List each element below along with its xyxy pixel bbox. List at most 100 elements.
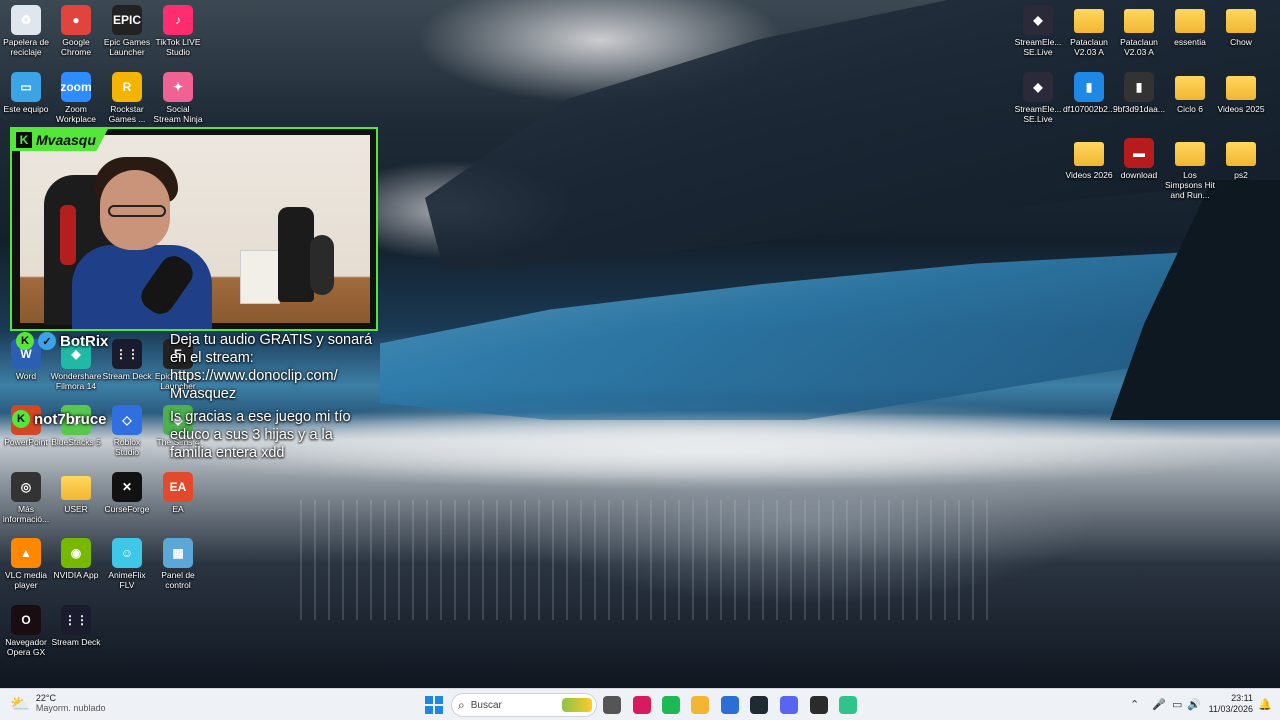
chair-stripe — [60, 205, 76, 265]
desktop-icon-label: 9bf3d91daa... — [1113, 104, 1165, 114]
info-icon: ◎ — [11, 472, 41, 502]
desktop-icon-label: Los Simpsons Hit and Run... — [1164, 170, 1216, 200]
webcam-room — [20, 135, 370, 329]
desktop-icon[interactable]: ▮ df107002b2... — [1063, 72, 1115, 114]
recycle-bin-icon: ♻ — [11, 5, 41, 35]
streamelements-icon: ◆ — [1023, 5, 1053, 35]
folder-icon — [1226, 9, 1256, 33]
desktop-icon[interactable]: Videos 2025 — [1215, 72, 1267, 114]
desktop-icon[interactable]: ps2 — [1215, 138, 1267, 180]
desktop-icon[interactable]: ♪ TikTok LIVE Studio — [152, 5, 204, 57]
tiktok-live-icon: ♪ — [163, 5, 193, 35]
desktop-icon[interactable]: ◆ StreamEle... SE.Live — [1012, 5, 1064, 57]
webcam-username: Mvaasqu — [36, 132, 96, 148]
desktop-icon[interactable]: ◆ StreamEle... SE.Live — [1012, 72, 1064, 124]
file-explorer-taskview-icon[interactable] — [603, 696, 621, 714]
image-file-icon: ▬ — [1124, 138, 1154, 168]
desktop-icon[interactable]: Chow — [1215, 5, 1267, 47]
desktop-icon[interactable]: ▮ 9bf3d91daa... — [1113, 72, 1165, 114]
desktop-icon[interactable]: ✦ Social Stream Ninja — [152, 72, 204, 124]
desktop-icon[interactable]: ◉ NVIDIA App — [50, 538, 102, 580]
folder-icon — [1124, 9, 1154, 33]
desktop-icon[interactable]: ◇ Roblox Studio — [101, 405, 153, 457]
desktop-icon[interactable]: ⋮⋮ Stream Deck — [101, 339, 153, 381]
network-icon[interactable]: ▭ — [1172, 698, 1182, 711]
desktop-wallpaper: ♻ Papelera de reciclaje ● Google Chrome EPIC… — [0, 0, 1280, 688]
desktop-icon-label: Rockstar Games ... — [108, 104, 146, 124]
desktop-icon[interactable]: ♻ Papelera de reciclaje — [0, 5, 52, 57]
folder-icon — [61, 476, 91, 500]
windows-logo-icon — [435, 706, 443, 714]
weather-temperature: 22°C — [35, 693, 57, 703]
desktop-icon[interactable]: Pataclaun V2.03 A — [1063, 5, 1115, 57]
desktop-icon[interactable]: ▦ Panel de control — [152, 538, 204, 590]
desktop-icon[interactable]: O Navegador Opera GX — [0, 605, 52, 657]
desktop-icon-label: NVIDIA App — [53, 570, 99, 580]
desktop-icon[interactable]: EPIC Epic Games Launcher — [101, 5, 153, 57]
microphone-icon[interactable]: 🎤 — [1152, 698, 1166, 711]
volume-icon[interactable]: 🔊 — [1187, 698, 1201, 711]
desktop-icon[interactable]: ⋮⋮ Stream Deck — [50, 605, 102, 647]
spotify-icon[interactable] — [662, 696, 680, 714]
rockstar-icon: R — [112, 72, 142, 102]
desktop-icon[interactable]: EA EA — [152, 472, 204, 514]
obs-icon[interactable] — [810, 696, 828, 714]
control-panel-icon: ▦ — [163, 538, 193, 568]
desktop-icon[interactable]: ◎ Más informació... — [0, 472, 52, 524]
opera-icon[interactable] — [633, 696, 651, 714]
chat-message: Is gracias a ese juego mi tío educo a su… — [170, 409, 351, 461]
desktop-icon[interactable]: USER — [50, 472, 102, 514]
epic-games-icon: EPIC — [112, 5, 142, 35]
chat-username: not7bruce — [34, 410, 107, 428]
webcam-name-tag: K Mvaasqu — [12, 129, 108, 151]
desktop-icon-label: download — [1120, 170, 1158, 180]
desktop-icon[interactable]: ▲ VLC media player — [0, 538, 52, 590]
desktop-icon[interactable]: Pataclaun V2.03 A — [1113, 5, 1165, 57]
folder-icon — [1175, 76, 1205, 100]
desktop-icon-label: ps2 — [1234, 170, 1248, 180]
taskbar-search[interactable]: ⌕ Buscar — [451, 693, 597, 717]
terminal-icon[interactable] — [750, 696, 768, 714]
discord-icon[interactable] — [780, 696, 798, 714]
desktop-icon[interactable]: R Rockstar Games ... — [101, 72, 153, 124]
desktop-icon-label: EA — [172, 504, 184, 514]
weather-widget[interactable]: ⛅ 22°C Mayorm. nublado — [10, 693, 105, 714]
folder-icon — [1074, 9, 1104, 33]
desktop-icon[interactable]: Ciclo 6 — [1164, 72, 1216, 114]
animeflix-icon: ☺ — [112, 538, 142, 568]
vlc-icon: ▲ — [11, 538, 41, 568]
nvidia-icon: ◉ — [61, 538, 91, 568]
desktop-icon-label: df107002b2... — [1063, 104, 1115, 114]
folder-icon — [1175, 9, 1205, 33]
streamlabs-icon[interactable] — [839, 696, 857, 714]
clock-date: 11/03/2026 — [1208, 704, 1253, 714]
notification-bell-icon[interactable]: 🔔 — [1258, 698, 1272, 711]
microsoft-store-icon[interactable] — [721, 696, 739, 714]
chevron-up-icon[interactable]: ⌃ — [1130, 698, 1139, 711]
search-placeholder: Buscar — [470, 699, 502, 711]
kick-badge-icon: K — [12, 410, 30, 428]
guitar-case — [310, 235, 334, 295]
desktop-icon[interactable]: ▬ download — [1113, 138, 1165, 180]
laundry-basket — [240, 250, 280, 304]
streamer-shirt — [72, 245, 212, 329]
desktop-icon[interactable]: Los Simpsons Hit and Run... — [1164, 138, 1216, 200]
folder-icon[interactable] — [691, 696, 709, 714]
desktop-icon-label: Papelera de reciclaje — [3, 37, 49, 57]
desktop-icon[interactable]: ☺ AnimeFlix FLV — [101, 538, 153, 590]
start-button[interactable] — [425, 696, 443, 714]
desktop-icon[interactable]: ● Google Chrome — [50, 5, 102, 57]
desktop-icon[interactable]: ▭ Este equipo — [0, 72, 52, 114]
desktop-icon[interactable]: essentia — [1164, 5, 1216, 47]
folder-icon — [1226, 142, 1256, 166]
desktop-icon-label: Social Stream Ninja — [153, 104, 203, 124]
desktop-icon-label: Roblox Studio — [113, 437, 141, 457]
clock[interactable]: 23:11 11/03/2026 — [1205, 693, 1253, 715]
desktop-icon[interactable]: zoom Zoom Workplace — [50, 72, 102, 124]
streamelements-icon: ◆ — [1023, 72, 1053, 102]
search-icon: ⌕ — [458, 697, 465, 712]
desktop-icon[interactable]: ✕ CurseForge — [101, 472, 153, 514]
desktop-icon[interactable]: Videos 2026 — [1063, 138, 1115, 180]
desktop-icon-label: Panel de control — [161, 570, 195, 590]
chrome-icon: ● — [61, 5, 91, 35]
